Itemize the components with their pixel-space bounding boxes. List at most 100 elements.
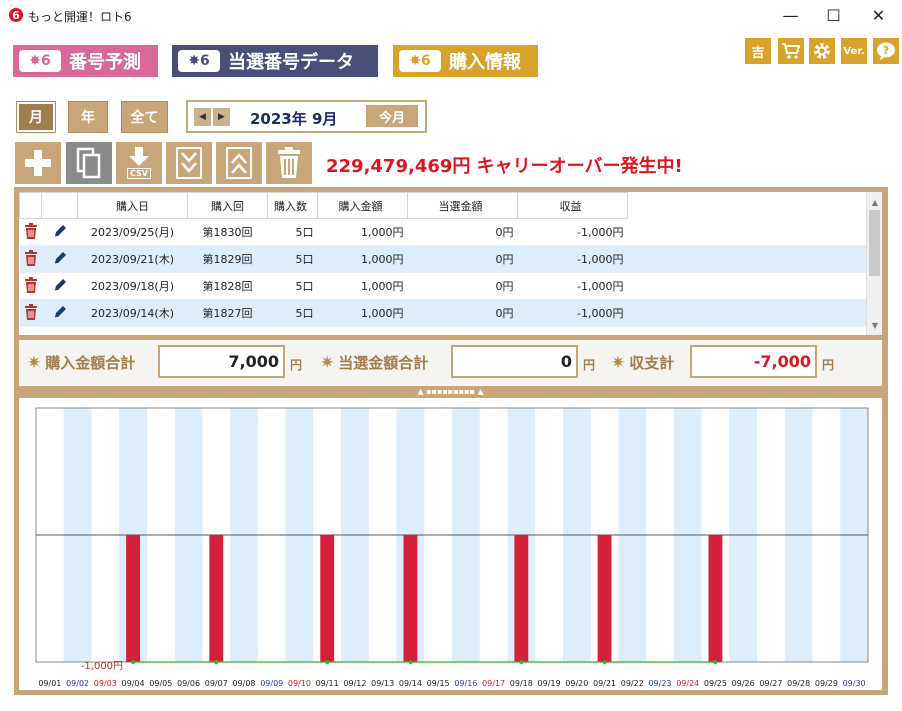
version-icon[interactable]: Ver.: [841, 38, 867, 64]
chart-tick-09/02: 09/02: [66, 679, 89, 688]
tab-number-prediction[interactable]: ✸ 6 番号予測: [13, 45, 158, 77]
header-round[interactable]: 購入回: [187, 192, 268, 219]
cell-profit: -1,000円: [517, 272, 628, 300]
row-delete-icon[interactable]: [19, 218, 42, 246]
this-month-button[interactable]: 今月: [366, 105, 418, 127]
chevron-double-down-icon: [176, 147, 202, 179]
chart-tick-09/30: 09/30: [843, 679, 866, 688]
row-edit-icon[interactable]: [41, 218, 78, 246]
delete-button[interactable]: [266, 142, 312, 184]
chart-bar-09/14: [403, 535, 418, 662]
cell-win: 0円: [407, 272, 518, 300]
cell-date: 2023/09/14(木): [77, 299, 188, 327]
close-button[interactable]: ✕: [856, 0, 901, 30]
chart-tick-09/23: 09/23: [648, 679, 671, 688]
table-row[interactable]: 2023/09/25(月) 第1830回 5口 1,000円 0円 -1,000円: [19, 218, 868, 246]
help-icon[interactable]: ?: [873, 38, 899, 64]
chart-tick-09/14: 09/14: [399, 679, 422, 688]
chart-bar-09/04: [126, 535, 140, 662]
cell-count: 5口: [267, 218, 318, 246]
header-amount[interactable]: 購入金額: [317, 192, 408, 219]
row-delete-icon[interactable]: [19, 245, 42, 273]
row-edit-icon[interactable]: [41, 272, 78, 300]
table-scrollbar[interactable]: ▲ ▼: [866, 192, 882, 335]
yen-unit: 円: [822, 358, 835, 372]
scroll-up-icon[interactable]: ▲: [867, 194, 883, 210]
cell-amount: 1,000円: [317, 245, 408, 273]
cell-round: 第1829回: [187, 245, 268, 273]
row-edit-icon[interactable]: [41, 299, 78, 327]
minimize-button[interactable]: —: [768, 0, 813, 30]
chart-tick-09/01: 09/01: [38, 679, 61, 688]
tab-purchase-info[interactable]: ✸ 6 購入情報: [393, 45, 538, 77]
win-total-value: 0: [451, 345, 578, 378]
chart-tick-09/06: 09/06: [177, 679, 200, 688]
table-row[interactable]: 2023/09/18(月) 第1828回 5口 1,000円 0円 -1,000円: [19, 272, 868, 300]
maximize-button[interactable]: ☐: [811, 0, 856, 30]
chart-point: [408, 660, 413, 664]
table-header-row: 購入日 購入回 購入数 購入金額 当選金額 収益: [19, 192, 868, 219]
period-month-button[interactable]: 月: [16, 101, 56, 133]
chart-bar-09/21: [597, 535, 612, 662]
header-delete: [19, 192, 42, 219]
app-title: もっと開運！ロト6: [28, 10, 132, 24]
chart-tick-09/27: 09/27: [759, 679, 782, 688]
sun-icon: ✷: [611, 352, 626, 373]
svg-text:?: ?: [883, 44, 889, 57]
cell-amount: 1,000円: [317, 299, 408, 327]
profit-chart: -1,000円 09/01 09/02 09/03 09/04 09/05 09/06 09/…: [19, 398, 882, 690]
row-delete-icon[interactable]: [19, 299, 42, 327]
row-edit-icon[interactable]: [41, 245, 78, 273]
prev-month-button[interactable]: ◀: [194, 108, 211, 126]
yen-unit: 円: [583, 358, 596, 372]
move-up-button[interactable]: [216, 142, 262, 184]
chart-tick-09/18: 09/18: [510, 679, 533, 688]
tab-label: 購入情報: [449, 52, 521, 73]
copy-button[interactable]: [66, 142, 112, 184]
fortune-icon[interactable]: 吉: [745, 38, 771, 64]
tab-badge: ✸ 6: [19, 50, 61, 72]
chart-tick-09/03: 09/03: [94, 679, 117, 688]
tab-winning-data[interactable]: ✸ 6 当選番号データ: [172, 45, 378, 77]
row-delete-icon[interactable]: [19, 272, 42, 300]
cell-amount: 1,000円: [317, 272, 408, 300]
chart-point: [713, 660, 718, 664]
cell-date: 2023/09/21(木): [77, 245, 188, 273]
move-down-button[interactable]: [166, 142, 212, 184]
app-logo-icon: 6: [9, 8, 23, 22]
chart-tick-09/28: 09/28: [787, 679, 810, 688]
chart-svg: -1,000円 09/01 09/02 09/03 09/04 09/05 09/06 09/…: [35, 407, 869, 688]
header-count[interactable]: 購入数: [267, 192, 318, 219]
header-date[interactable]: 購入日: [77, 192, 188, 219]
header-profit[interactable]: 収益: [517, 192, 628, 219]
chart-tick-09/05: 09/05: [149, 679, 172, 688]
chart-tick-09/08: 09/08: [232, 679, 255, 688]
tab-badge: ✸ 6: [399, 50, 441, 72]
csv-export-button[interactable]: CSV: [116, 142, 162, 184]
chart-min-label: -1,000円: [81, 661, 123, 672]
period-year-button[interactable]: 年: [68, 101, 108, 133]
add-button[interactable]: [15, 142, 61, 184]
row-filler: [627, 299, 868, 327]
balance-total-value: -7,000: [690, 345, 817, 378]
header-win[interactable]: 当選金額: [407, 192, 518, 219]
chevron-double-up-icon: [226, 147, 252, 179]
chart-tick-09/17: 09/17: [482, 679, 505, 688]
scroll-down-icon[interactable]: ▼: [867, 317, 883, 333]
cell-date: 2023/09/18(月): [77, 272, 188, 300]
row-filler: [627, 245, 868, 273]
next-month-button[interactable]: ▶: [213, 108, 230, 126]
cart-icon[interactable]: [778, 38, 804, 64]
table-row[interactable]: 2023/09/21(木) 第1829回 5口 1,000円 0円 -1,000円: [19, 245, 868, 273]
cell-count: 5口: [267, 245, 318, 273]
table-row[interactable]: 2023/09/14(木) 第1827回 5口 1,000円 0円 -1,000円: [19, 299, 868, 327]
chart-bar-09/18: [514, 535, 529, 662]
panel-splitter[interactable]: ▲ ▪▪▪▪▪▪▪▪▪ ▲: [19, 387, 882, 397]
download-icon: [129, 147, 149, 166]
chart-point: [131, 660, 136, 664]
scroll-thumb[interactable]: [869, 210, 880, 276]
cell-win: 0円: [407, 245, 518, 273]
period-all-button[interactable]: 全て: [121, 101, 168, 133]
gear-icon[interactable]: [809, 38, 835, 64]
chart-tick-09/20: 09/20: [565, 679, 588, 688]
